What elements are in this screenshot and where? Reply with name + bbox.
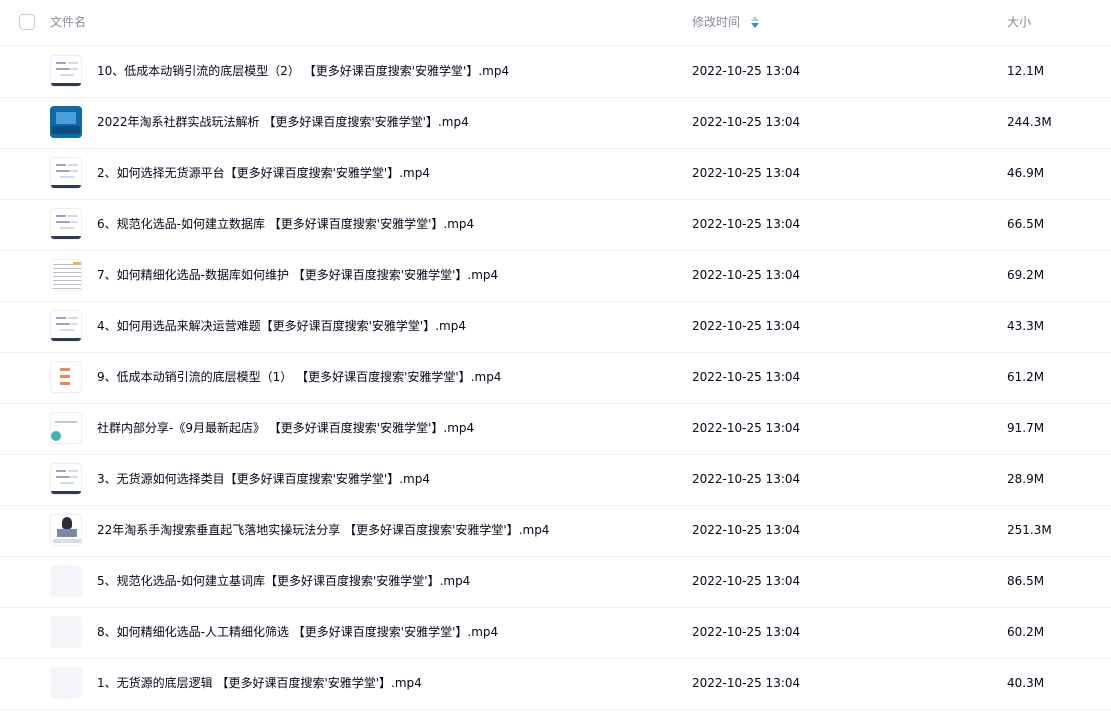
column-header-modified[interactable]: 修改时间 [692,14,740,30]
file-name[interactable]: 9、低成本动销引流的底层模型（1） 【更多好课百度搜索'安雅学堂'】.mp4 [97,369,501,385]
file-row[interactable]: 10、低成本动销引流的底层模型（2） 【更多好课百度搜索'安雅学堂'】.mp4 2… [0,47,1111,98]
file-modified-time: 2022-10-25 13:04 [692,166,801,180]
table-header: 文件名 修改时间 大小 [0,0,1111,46]
file-name[interactable]: 1、无货源的底层逻辑 【更多好课百度搜索'安雅学堂'】.mp4 [97,675,422,691]
file-row[interactable]: 2、如何选择无货源平台【更多好课百度搜索'安雅学堂'】.mp4 2022-10-2… [0,149,1111,200]
file-row[interactable]: 7、如何精细化选品-数据库如何维护 【更多好课百度搜索'安雅学堂'】.mp4 20… [0,251,1111,302]
file-name[interactable]: 2022年淘系社群实战玩法解析 【更多好课百度搜索'安雅学堂'】.mp4 [97,114,469,130]
file-row[interactable]: 社群内部分享-《9月最新起店》 【更多好课百度搜索'安雅学堂'】.mp4 2022… [0,404,1111,455]
video-thumbnail[interactable] [50,106,82,138]
video-thumbnail[interactable] [50,361,82,393]
file-row[interactable]: 6、规范化选品-如何建立数据库 【更多好课百度搜索'安雅学堂'】.mp4 2022… [0,200,1111,251]
file-size: 43.3M [1007,319,1045,333]
video-thumbnail[interactable] [50,514,82,546]
file-size: 61.2M [1007,370,1045,384]
video-thumbnail[interactable] [50,616,82,648]
file-modified-time: 2022-10-25 13:04 [692,421,801,435]
file-size: 12.1M [1007,64,1045,78]
file-modified-time: 2022-10-25 13:04 [692,523,801,537]
file-size: 46.9M [1007,166,1045,180]
file-size: 66.5M [1007,217,1045,231]
file-size: 86.5M [1007,574,1045,588]
file-size: 40.3M [1007,676,1045,690]
file-row[interactable]: 22年淘系手淘搜索垂直起飞落地实操玩法分享 【更多好课百度搜索'安雅学堂'】.m… [0,506,1111,557]
file-modified-time: 2022-10-25 13:04 [692,319,801,333]
file-modified-time: 2022-10-25 13:04 [692,574,801,588]
file-row[interactable]: 2022年淘系社群实战玩法解析 【更多好课百度搜索'安雅学堂'】.mp4 2022… [0,98,1111,149]
file-name[interactable]: 10、低成本动销引流的底层模型（2） 【更多好课百度搜索'安雅学堂'】.mp4 [97,63,509,79]
video-thumbnail[interactable] [50,208,82,240]
file-size: 60.2M [1007,625,1045,639]
video-thumbnail[interactable] [50,667,82,699]
video-thumbnail[interactable] [50,412,82,444]
file-name[interactable]: 社群内部分享-《9月最新起店》 【更多好课百度搜索'安雅学堂'】.mp4 [97,420,474,436]
file-name[interactable]: 6、规范化选品-如何建立数据库 【更多好课百度搜索'安雅学堂'】.mp4 [97,216,474,232]
column-header-name[interactable]: 文件名 [50,14,86,30]
file-modified-time: 2022-10-25 13:04 [692,268,801,282]
file-size: 69.2M [1007,268,1045,282]
file-name[interactable]: 3、无货源如何选择类目【更多好课百度搜索'安雅学堂'】.mp4 [97,471,430,487]
video-thumbnail[interactable] [50,565,82,597]
file-modified-time: 2022-10-25 13:04 [692,676,801,690]
file-row[interactable]: 9、低成本动销引流的底层模型（1） 【更多好课百度搜索'安雅学堂'】.mp4 20… [0,353,1111,404]
file-row[interactable]: 4、如何用选品来解决运营难题【更多好课百度搜索'安雅学堂'】.mp4 2022-1… [0,302,1111,353]
select-all-checkbox[interactable] [19,14,35,30]
file-row[interactable]: 3、无货源如何选择类目【更多好课百度搜索'安雅学堂'】.mp4 2022-10-2… [0,455,1111,506]
file-name[interactable]: 7、如何精细化选品-数据库如何维护 【更多好课百度搜索'安雅学堂'】.mp4 [97,267,498,283]
file-row[interactable]: 5、规范化选品-如何建立基词库【更多好课百度搜索'安雅学堂'】.mp4 2022-… [0,557,1111,608]
file-name[interactable]: 5、规范化选品-如何建立基词库【更多好课百度搜索'安雅学堂'】.mp4 [97,573,470,589]
file-size: 244.3M [1007,115,1052,129]
file-name[interactable]: 8、如何精细化选品-人工精细化筛选 【更多好课百度搜索'安雅学堂'】.mp4 [97,624,498,640]
video-thumbnail[interactable] [50,55,82,87]
video-thumbnail[interactable] [50,157,82,189]
file-name[interactable]: 22年淘系手淘搜索垂直起飞落地实操玩法分享 【更多好课百度搜索'安雅学堂'】.m… [97,522,549,538]
file-name[interactable]: 2、如何选择无货源平台【更多好课百度搜索'安雅学堂'】.mp4 [97,165,430,181]
file-modified-time: 2022-10-25 13:04 [692,472,801,486]
file-size: 251.3M [1007,523,1052,537]
file-modified-time: 2022-10-25 13:04 [692,370,801,384]
file-list: 10、低成本动销引流的底层模型（2） 【更多好课百度搜索'安雅学堂'】.mp4 2… [0,47,1111,710]
column-header-size[interactable]: 大小 [1007,14,1031,30]
file-row[interactable]: 8、如何精细化选品-人工精细化筛选 【更多好课百度搜索'安雅学堂'】.mp4 20… [0,608,1111,659]
file-modified-time: 2022-10-25 13:04 [692,64,801,78]
video-thumbnail[interactable] [50,259,82,291]
file-size: 91.7M [1007,421,1045,435]
file-modified-time: 2022-10-25 13:04 [692,625,801,639]
file-row[interactable]: 1、无货源的底层逻辑 【更多好课百度搜索'安雅学堂'】.mp4 2022-10-2… [0,659,1111,710]
video-thumbnail[interactable] [50,310,82,342]
video-thumbnail[interactable] [50,463,82,495]
file-name[interactable]: 4、如何用选品来解决运营难题【更多好课百度搜索'安雅学堂'】.mp4 [97,318,466,334]
file-table: 文件名 修改时间 大小 10、低成本动销引流的底层模型（2） 【更多好课百度搜索… [0,0,1111,724]
file-modified-time: 2022-10-25 13:04 [692,115,801,129]
file-size: 28.9M [1007,472,1045,486]
sort-icon[interactable] [750,15,760,29]
file-modified-time: 2022-10-25 13:04 [692,217,801,231]
